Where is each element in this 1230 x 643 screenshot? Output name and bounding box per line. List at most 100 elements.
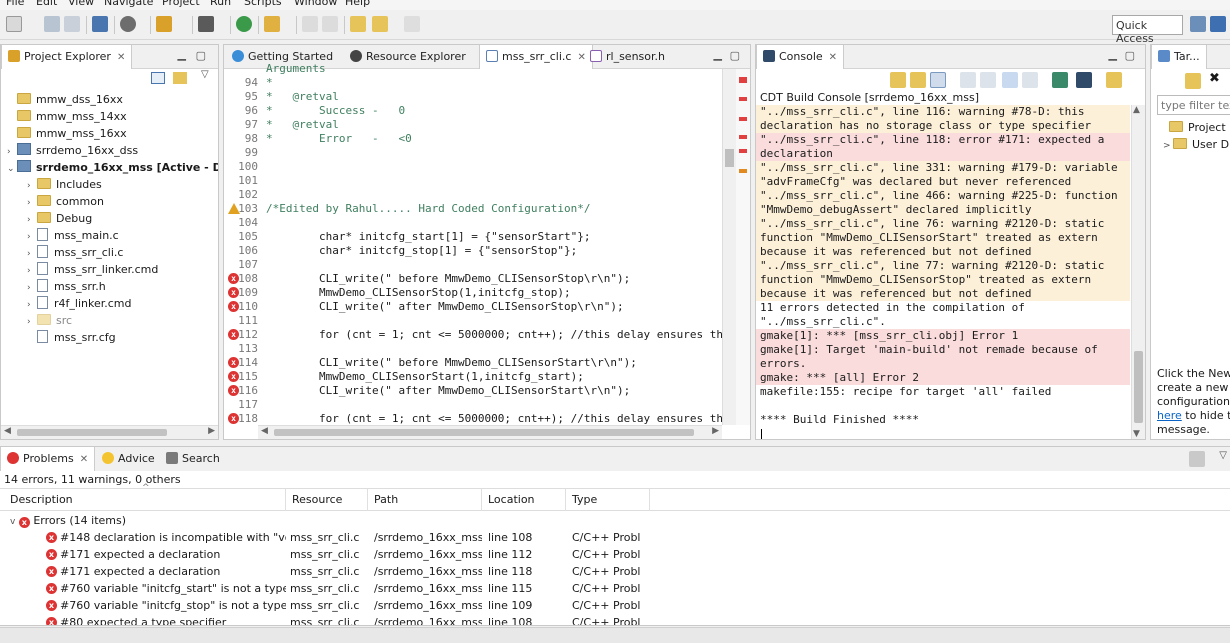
close-icon[interactable]: ✕ — [80, 454, 88, 465]
terminal-icon[interactable] — [92, 16, 108, 32]
task-item-project[interactable]: Project — [1169, 121, 1226, 134]
column-location[interactable]: Location — [482, 489, 566, 511]
scroll-lock-icon[interactable] — [980, 72, 996, 88]
errors-group[interactable]: v x Errors (14 items) — [10, 512, 126, 529]
menu-help[interactable]: Help — [345, 0, 370, 8]
code-line[interactable]: 97 * @retval — [224, 118, 714, 132]
tree-item[interactable]: mss_srr.cfg — [27, 329, 116, 346]
quick-access-input[interactable]: Quick Access — [1112, 15, 1183, 45]
menu-project[interactable]: Project — [162, 0, 200, 8]
console-vscrollbar[interactable]: ▲ ▼ — [1131, 105, 1145, 439]
table-row[interactable]: x #760 variable "initcfg_stop" is not a t… — [0, 597, 650, 614]
prev-error-icon[interactable] — [910, 72, 926, 88]
code-line[interactable]: 96 * Success - 0 — [224, 104, 714, 118]
word-wrap-icon[interactable] — [1002, 72, 1018, 88]
delete-task-icon[interactable]: ✖ — [1209, 71, 1220, 86]
code-line[interactable]: x 109 MmwDemo_CLISensorStop(1,initcfg_sto… — [224, 286, 714, 300]
tree-item[interactable]: › common — [27, 193, 104, 210]
build-icon[interactable] — [156, 16, 172, 32]
new-console-icon[interactable] — [1106, 72, 1122, 88]
tab-advice[interactable]: Advice — [96, 447, 161, 471]
link-editor-icon[interactable] — [173, 72, 187, 84]
display-console-icon[interactable] — [1052, 72, 1068, 88]
menu-scripts[interactable]: Scripts — [244, 0, 282, 8]
task-item-user[interactable]: > User D — [1163, 138, 1229, 151]
column-path[interactable]: Path — [368, 489, 482, 511]
maximize-icon[interactable]: ▢ — [1125, 49, 1135, 62]
tab-task-list[interactable]: Tar... — [1151, 45, 1207, 69]
tree-item[interactable]: › mss_srr_linker.cmd — [27, 261, 158, 278]
task-filter-input[interactable]: type filter text — [1157, 95, 1230, 115]
code-line[interactable]: 113 — [224, 342, 714, 356]
code-line[interactable]: 105 char* initcfg_start[1] = {"sensorSta… — [224, 230, 714, 244]
forward-arrow-icon[interactable] — [404, 16, 420, 32]
clear-console-icon[interactable] — [960, 72, 976, 88]
tab-mss-srr-cli[interactable]: mss_srr_cli.c ✕ — [479, 45, 593, 69]
minimize-icon[interactable]: ▁ — [178, 48, 186, 61]
maximize-icon[interactable]: ▢ — [196, 49, 206, 62]
code-line[interactable]: 94 * — [224, 76, 714, 90]
code-line[interactable]: 101 — [224, 174, 714, 188]
code-line[interactable]: 102 — [224, 188, 714, 202]
prev-annotation-icon[interactable] — [322, 16, 338, 32]
code-line[interactable]: 104 — [224, 216, 714, 230]
code-line[interactable]: x 108 CLI_write(" before MmwDemo_CLISenso… — [224, 272, 714, 286]
tree-item[interactable]: › r4f_linker.cmd — [27, 295, 131, 312]
save-icon[interactable] — [44, 16, 60, 32]
next-error-icon[interactable] — [890, 72, 906, 88]
save-all-icon[interactable] — [64, 16, 80, 32]
table-row[interactable]: x #171 expected a declaration mss_srr_cli.… — [0, 563, 650, 580]
menu-file[interactable]: File — [6, 0, 24, 8]
table-row[interactable]: x #148 declaration is incompatible with "… — [0, 529, 650, 546]
table-row[interactable]: x #171 expected a declaration mss_srr_cli.… — [0, 546, 650, 563]
table-row[interactable]: x #80 expected a type specifier mss_srr_cl… — [0, 614, 650, 625]
menu-run[interactable]: Run — [210, 0, 231, 8]
minimize-icon[interactable]: ▁ — [1109, 48, 1117, 61]
code-line[interactable]: x 112 for (cnt = 1; cnt <= 5000000; cnt++… — [224, 328, 730, 342]
code-line[interactable]: x 115 MmwDemo_CLISensorStart(1,initcfg_st… — [224, 370, 714, 384]
tab-project-explorer[interactable]: Project Explorer ✕ — [1, 45, 133, 69]
next-annotation-icon[interactable] — [302, 16, 318, 32]
tree-item[interactable]: › srrdemo_16xx_dss — [7, 142, 138, 159]
editor-hscrollbar[interactable]: ◀ ▶ — [258, 425, 722, 439]
code-line[interactable]: 106 char* initcfg_stop[1] = {"sensorStop… — [224, 244, 714, 258]
open-console-icon[interactable] — [1076, 72, 1092, 88]
editor-vscrollbar[interactable] — [722, 69, 736, 425]
view-menu-icon[interactable]: ▽ — [1219, 450, 1227, 461]
code-line[interactable]: 99 — [224, 146, 714, 160]
code-line[interactable]: 100 — [224, 160, 714, 174]
tab-resource-explorer[interactable]: Resource Explorer — [344, 45, 472, 69]
tree-item[interactable]: mmw_dss_16xx — [7, 91, 123, 108]
expand-arrow-icon[interactable]: ⌄ — [7, 161, 17, 178]
code-line[interactable]: x 114 CLI_write(" before MmwDemo_CLISenso… — [224, 356, 714, 370]
tree-item[interactable]: › src — [27, 312, 72, 329]
code-line[interactable]: 107 — [224, 258, 714, 272]
new-task-icon[interactable] — [1185, 73, 1201, 89]
tree-item[interactable]: › mss_srr.h — [27, 278, 106, 295]
menu-view[interactable]: View — [68, 0, 94, 8]
code-line[interactable]: x 118 for (cnt = 1; cnt <= 5000000; cnt++… — [224, 412, 730, 426]
maximize-icon[interactable]: ▢ — [730, 49, 740, 62]
debug-settings-icon[interactable] — [120, 16, 136, 32]
tree-item[interactable]: › mss_srr_cli.c — [27, 244, 123, 261]
tab-rl-sensor[interactable]: rl_sensor.h — [584, 45, 671, 69]
perspective-debug-icon[interactable] — [1210, 16, 1226, 32]
tree-item[interactable]: mmw_mss_14xx — [7, 108, 127, 125]
code-line[interactable]: 117 — [224, 398, 714, 412]
column-resource[interactable]: Resource — [286, 489, 368, 511]
code-line[interactable]: x 116 CLI_write(" after MmwDemo_CLISensor… — [224, 384, 714, 398]
search-icon[interactable] — [236, 16, 252, 32]
filter-icon[interactable] — [1189, 451, 1205, 467]
perspective-cdt-icon[interactable] — [1190, 16, 1206, 32]
view-menu-icon[interactable]: ▽ — [201, 69, 209, 80]
tree-item[interactable]: › mss_main.c — [27, 227, 119, 244]
menu-edit[interactable]: Edit — [36, 0, 57, 8]
code-line[interactable]: 98 * Error - <0 — [224, 132, 714, 146]
menu-window[interactable]: Window — [294, 0, 337, 8]
table-row[interactable]: x #760 variable "initcfg_start" is not a … — [0, 580, 650, 597]
explorer-hscrollbar[interactable]: ◀ ▶ — [1, 425, 218, 439]
here-link[interactable]: here — [1157, 409, 1182, 422]
column-type[interactable]: Type — [566, 489, 650, 511]
last-edit-icon[interactable] — [350, 16, 366, 32]
tab-console[interactable]: Console ✕ — [756, 45, 845, 69]
